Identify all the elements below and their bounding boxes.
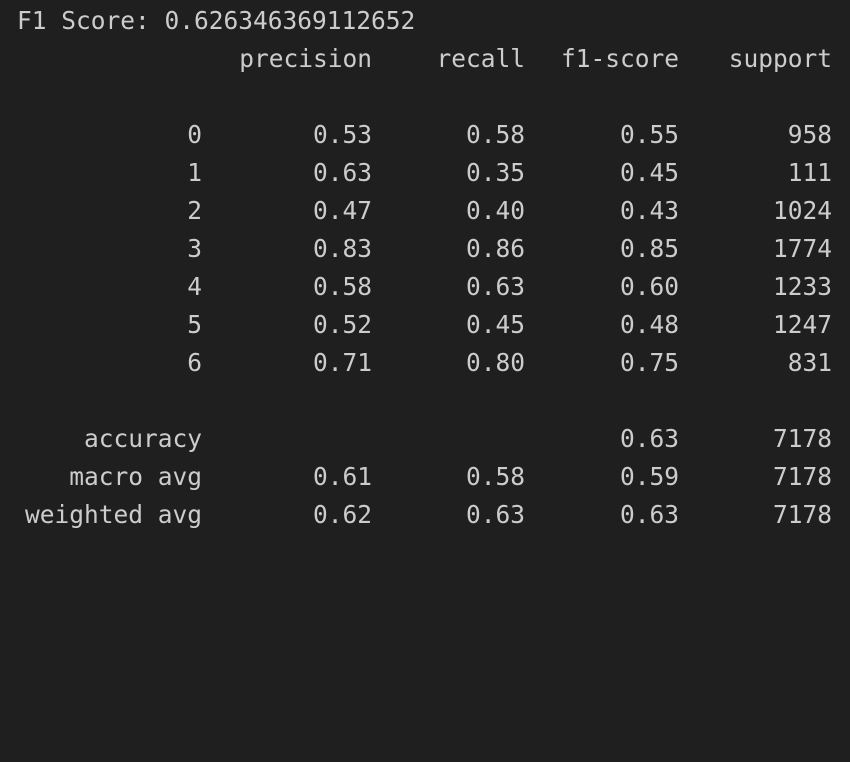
row-precision: 0.58 (312, 272, 372, 301)
row-precision: 0.63 (312, 158, 372, 187)
row-precision: 0.83 (312, 234, 372, 263)
row-support: 1247 (772, 310, 832, 339)
report-row: 6 0.71 0.80 0.75 831 (0, 344, 850, 382)
report-row: 3 0.83 0.86 0.85 1774 (0, 230, 850, 268)
summary-row-weighted-avg: weighted avg 0.62 0.63 0.63 7178 (0, 496, 850, 534)
row-precision (202, 420, 372, 458)
row-support: 958 (787, 120, 832, 149)
row-recall (372, 420, 525, 458)
row-f1-score: 0.60 (619, 272, 679, 301)
report-header-row: precision recall f1-score support (0, 40, 850, 78)
header-precision: precision (239, 44, 372, 73)
summary-row-macro-avg: macro avg 0.61 0.58 0.59 7178 (0, 458, 850, 496)
row-support: 7178 (772, 424, 832, 453)
report-row: 1 0.63 0.35 0.45 111 (0, 154, 850, 192)
row-recall: 0.40 (465, 196, 525, 225)
cell-output: F1 Score: 0.626346369112652 precision re… (0, 0, 850, 580)
row-label: weighted avg (24, 500, 202, 529)
row-recall: 0.45 (465, 310, 525, 339)
f1-score-value: 0.626346369112652 (164, 6, 416, 35)
row-label: 4 (187, 272, 202, 301)
row-recall: 0.63 (465, 272, 525, 301)
row-support: 1233 (772, 272, 832, 301)
row-f1-score: 0.48 (619, 310, 679, 339)
f1-score-label: F1 Score: (17, 6, 150, 35)
row-f1-score: 0.45 (619, 158, 679, 187)
header-f1-score: f1-score (560, 44, 679, 73)
row-precision: 0.53 (312, 120, 372, 149)
row-label: accuracy (83, 424, 202, 453)
row-recall: 0.63 (465, 500, 525, 529)
row-label: macro avg (69, 462, 202, 491)
report-row: 5 0.52 0.45 0.48 1247 (0, 306, 850, 344)
row-precision: 0.71 (312, 348, 372, 377)
row-recall: 0.86 (465, 234, 525, 263)
row-support: 7178 (772, 462, 832, 491)
row-recall: 0.58 (465, 120, 525, 149)
report-row: 0 0.53 0.58 0.55 958 (0, 116, 850, 154)
row-f1-score: 0.85 (619, 234, 679, 263)
row-recall: 0.58 (465, 462, 525, 491)
f1-score-line: F1 Score: 0.626346369112652 (17, 2, 415, 40)
row-support: 111 (787, 158, 832, 187)
row-recall: 0.80 (465, 348, 525, 377)
row-label: 0 (187, 120, 202, 149)
report-row: 4 0.58 0.63 0.60 1233 (0, 268, 850, 306)
row-precision: 0.47 (312, 196, 372, 225)
header-support: support (728, 44, 832, 73)
row-f1-score: 0.43 (619, 196, 679, 225)
row-f1-score: 0.55 (619, 120, 679, 149)
row-label: 2 (187, 196, 202, 225)
row-precision: 0.61 (312, 462, 372, 491)
row-support: 831 (787, 348, 832, 377)
row-f1-score: 0.59 (619, 462, 679, 491)
row-support: 1024 (772, 196, 832, 225)
row-label: 6 (187, 348, 202, 377)
row-f1-score: 0.63 (619, 424, 679, 453)
row-label: 5 (187, 310, 202, 339)
row-label: 3 (187, 234, 202, 263)
row-support: 1774 (772, 234, 832, 263)
row-support: 7178 (772, 500, 832, 529)
row-label: 1 (187, 158, 202, 187)
row-precision: 0.52 (312, 310, 372, 339)
row-precision: 0.62 (312, 500, 372, 529)
report-row: 2 0.47 0.40 0.43 1024 (0, 192, 850, 230)
row-f1-score: 0.63 (619, 500, 679, 529)
row-recall: 0.35 (465, 158, 525, 187)
row-f1-score: 0.75 (619, 348, 679, 377)
header-recall: recall (436, 44, 525, 73)
summary-row-accuracy: accuracy 0.63 7178 (0, 420, 850, 458)
